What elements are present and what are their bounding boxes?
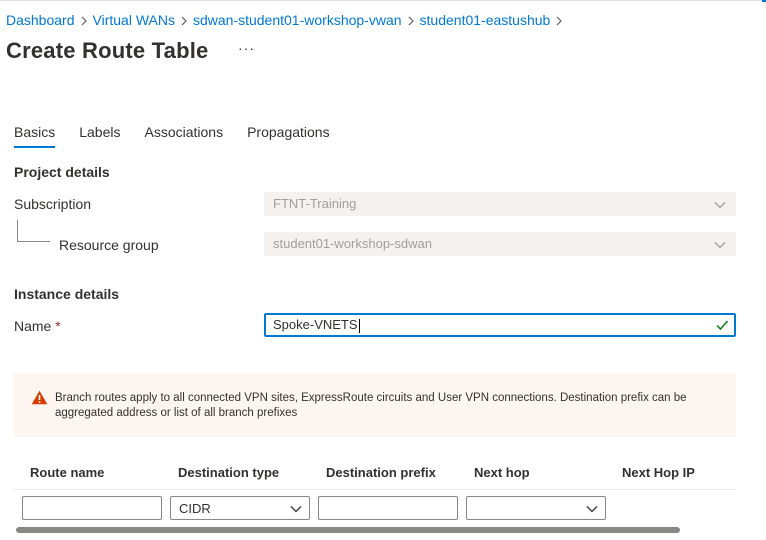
chevron-right-icon — [550, 12, 568, 28]
tab-associations[interactable]: Associations — [145, 124, 224, 148]
instance-details-heading: Instance details — [14, 286, 120, 302]
chevron-right-icon — [75, 12, 93, 28]
name-label: Name * — [14, 318, 61, 334]
chevron-down-icon — [585, 502, 599, 519]
top-accent — [762, 0, 766, 2]
breadcrumb-virtual-wans[interactable]: Virtual WANs — [93, 12, 175, 28]
breadcrumb-dashboard[interactable]: Dashboard — [6, 12, 75, 28]
name-label-text: Name — [14, 318, 52, 334]
chevron-down-icon — [713, 197, 727, 219]
page-title: Create Route Table — [6, 38, 209, 63]
more-actions-button[interactable]: ··· — [238, 40, 255, 56]
warning-banner: Branch routes apply to all connected VPN… — [14, 373, 736, 437]
tab-bar: Basics Labels Associations Propagations — [14, 124, 354, 148]
resource-group-select[interactable]: student01-workshop-sdwan — [264, 232, 736, 256]
text-caret — [358, 318, 360, 333]
checkmark-icon — [715, 318, 729, 338]
destination-prefix-input[interactable] — [318, 496, 458, 520]
tab-propagations[interactable]: Propagations — [247, 124, 330, 148]
destination-type-value: CIDR — [179, 501, 211, 516]
breadcrumb-vwan[interactable]: sdwan-student01-workshop-vwan — [193, 12, 402, 28]
next-hop-select[interactable] — [466, 496, 606, 520]
required-asterisk: * — [55, 318, 61, 334]
top-border — [0, 0, 766, 2]
subscription-value: FTNT-Training — [273, 196, 357, 211]
breadcrumb: Dashboard Virtual WANs sdwan-student01-w… — [6, 11, 568, 29]
name-input[interactable]: Spoke-VNETS — [264, 313, 736, 337]
chevron-right-icon — [175, 12, 193, 28]
route-name-input[interactable] — [22, 496, 162, 520]
chevron-down-icon — [713, 237, 727, 259]
column-destination-type: Destination type — [178, 465, 280, 480]
column-destination-prefix: Destination prefix — [326, 465, 436, 480]
subscription-select[interactable]: FTNT-Training — [264, 192, 736, 216]
column-next-hop: Next hop — [474, 465, 530, 480]
tab-labels[interactable]: Labels — [79, 124, 120, 148]
warning-icon — [31, 390, 48, 410]
resource-group-label: Resource group — [59, 237, 159, 253]
warning-message: Branch routes apply to all connected VPN… — [55, 392, 687, 419]
name-input-value: Spoke-VNETS — [273, 317, 358, 332]
column-next-hop-ip: Next Hop IP — [622, 465, 695, 480]
project-details-heading: Project details — [14, 164, 110, 180]
tab-basics[interactable]: Basics — [14, 124, 56, 148]
horizontal-scrollbar-thumb[interactable] — [16, 527, 680, 533]
breadcrumb-hub[interactable]: student01-eastushub — [420, 12, 551, 28]
subscription-label: Subscription — [14, 196, 92, 212]
resource-group-value: student01-workshop-sdwan — [273, 236, 432, 251]
chevron-down-icon — [289, 502, 303, 519]
column-route-name: Route name — [30, 465, 105, 480]
tree-connector — [17, 220, 50, 242]
routes-grid-header: Route name Destination type Destination … — [14, 458, 736, 490]
chevron-right-icon — [402, 12, 420, 28]
destination-type-select[interactable]: CIDR — [170, 496, 310, 520]
